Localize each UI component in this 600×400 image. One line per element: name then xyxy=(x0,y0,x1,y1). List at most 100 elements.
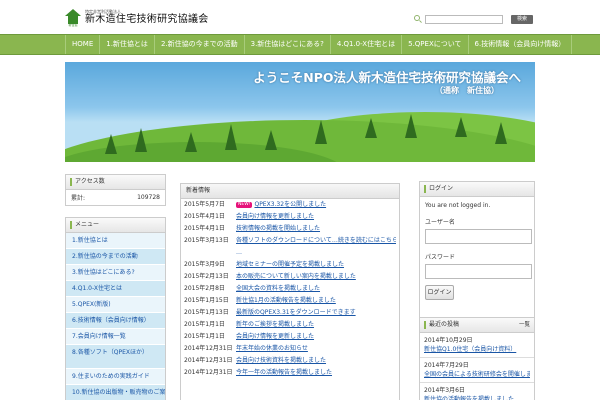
hero-banner: ようこそNPO法人新木造住宅技術研究協議会へ （通称 新住協） xyxy=(65,62,535,162)
search-bar: 検索 xyxy=(414,15,533,24)
main-nav: HOME 1.新住協とは 2.新住協の今までの活動 3.新住協はどこにある? 4… xyxy=(0,34,600,55)
search-icon xyxy=(414,15,423,24)
recent-post-date: 2014年3月6日 xyxy=(424,387,465,394)
news-link[interactable]: 年末年始の休業のお知らせ xyxy=(236,343,396,355)
news-item: 2014年12月31日 年末年始の休業のお知らせ xyxy=(181,343,399,355)
news-item-continued: … xyxy=(181,247,399,259)
nav-item-about[interactable]: 1.新住協とは xyxy=(99,35,154,54)
nav-item-tech-info[interactable]: 6.技術情報（会員向け情報） xyxy=(467,35,573,54)
news-item: 2015年1月13日 最新版のQPEX3.31をダウンロードできます xyxy=(181,307,399,319)
news-title: 全国大会の資料を掲載しました xyxy=(236,285,321,292)
side-menu-heading: メニュー xyxy=(65,217,166,233)
recent-post-link[interactable]: 全国の会員による技術研修会を開催しました xyxy=(424,370,530,379)
news-title: 地域セミナーの開催予定を掲載しました xyxy=(236,261,345,268)
side-menu-item[interactable]: 9.住まいのための実践ガイド xyxy=(66,369,165,385)
news-item: 2015年1月1日 会員向け情報を更新しました xyxy=(181,331,399,343)
news-link[interactable]: 会員向け技術資料を掲載しました xyxy=(236,355,396,367)
news-link[interactable]: 本の販売について新しい案内を掲載しました xyxy=(236,271,396,283)
news-item: 2015年2月13日 本の販売について新しい案内を掲載しました xyxy=(181,271,399,283)
side-menu-item[interactable]: 1.新住協とは xyxy=(66,233,165,249)
recent-post-link[interactable]: 新住協の活動報告を掲載しました xyxy=(424,395,530,400)
recent-post: 2014年10月29日 新住協Q1.0住宅（会員向け資料） xyxy=(420,333,534,358)
news-title: 会員向け技術資料を掲載しました xyxy=(236,357,327,364)
news-title: 技術情報の掲載を開始しました xyxy=(236,225,321,232)
site-logo[interactable]: 新住協 特定非営利活動法人 新木造住宅技術研究協議会 xyxy=(64,8,209,27)
nav-item-home[interactable]: HOME xyxy=(65,35,99,54)
news-item: 2015年3月13日 各種ソフトのダウンロードについて…続きを読むにはこちら xyxy=(181,235,399,247)
news-link[interactable]: 新年のご挨拶を掲載しました xyxy=(236,319,396,331)
password-label: パスワード xyxy=(425,254,456,261)
search-button[interactable]: 検索 xyxy=(511,15,533,24)
recent-posts: 最近の投稿 一覧 2014年10月29日 新住協Q1.0住宅（会員向け資料） 201… xyxy=(419,317,535,400)
news-link[interactable]: NEW! QPEX3.32を公開しました xyxy=(236,199,396,211)
news-item: 2015年5月7日 NEW! QPEX3.32を公開しました xyxy=(181,199,399,211)
site-header: 新住協 特定非営利活動法人 新木造住宅技術研究協議会 検索 xyxy=(0,0,600,34)
username-label: ユーザー名 xyxy=(425,219,455,226)
side-menu-item[interactable]: 7.会員向け情報一覧 xyxy=(66,329,165,345)
news-link[interactable]: 技術情報の掲載を開始しました xyxy=(236,223,396,235)
new-badge: NEW! xyxy=(236,201,253,208)
nav-item-qpex[interactable]: 5.QPEXについて xyxy=(401,35,467,54)
news-title: 今年一年の活動報告を掲載しました xyxy=(236,369,333,376)
news-date: 2015年5月7日 xyxy=(184,201,225,208)
news-title: 本の販売について新しい案内を掲載しました xyxy=(236,273,356,280)
news-date: 2015年1月1日 xyxy=(184,333,225,340)
news-date: 2015年4月1日 xyxy=(184,213,225,220)
login-box: ログイン You are not logged in. ユーザー名 パスワード … xyxy=(419,181,535,320)
news-date: 2015年2月8日 xyxy=(184,285,225,292)
search-input[interactable] xyxy=(425,15,503,24)
recent-post-date: 2014年7月29日 xyxy=(424,362,469,369)
org-name: 新木造住宅技術研究協議会 xyxy=(85,13,209,25)
recent-post: 2014年3月6日 新住協の活動報告を掲載しました xyxy=(420,383,534,400)
password-input[interactable] xyxy=(425,264,532,279)
news-item: 2015年4月1日 技術情報の掲載を開始しました xyxy=(181,223,399,235)
news-link[interactable]: 新住協1月の活動報告を掲載しました xyxy=(236,295,396,307)
side-menu-item[interactable]: 10.新住協の出版物・販売物のご案内 xyxy=(66,385,165,400)
news-date: 2015年2月13日 xyxy=(184,273,229,280)
recent-post-date: 2014年10月29日 xyxy=(424,337,473,344)
nav-item-history[interactable]: 2.新住協の今までの活動 xyxy=(153,35,244,54)
house-logo-icon: 新住協 xyxy=(64,8,82,27)
username-input[interactable] xyxy=(425,229,532,244)
nav-item-q10x[interactable]: 4.Q1.0-X住宅とは xyxy=(329,35,401,54)
news-box: 新着情報 2015年5月7日 NEW! QPEX3.32を公開しました 2015年4月… xyxy=(180,183,400,400)
news-date: 2015年1月13日 xyxy=(184,309,229,316)
news-title: 各種ソフトのダウンロードについて…続きを読むにはこちら xyxy=(236,237,396,244)
news-link[interactable]: 全国大会の資料を掲載しました xyxy=(236,283,396,295)
side-menu-item[interactable]: 4.Q1.0-X住宅とは xyxy=(66,281,165,297)
news-title: 年末年始の休業のお知らせ xyxy=(236,345,308,352)
news-item: 2014年12月31日 今年一年の活動報告を掲載しました xyxy=(181,367,399,379)
news-link[interactable]: 会員向け情報を更新しました xyxy=(236,331,396,343)
news-item: 2015年1月1日 新年のご挨拶を掲載しました xyxy=(181,319,399,331)
login-button[interactable]: ログイン xyxy=(425,285,454,300)
side-menu-item[interactable]: 5.QPEX(新版) xyxy=(66,297,165,313)
news-date: 2014年12月31日 xyxy=(184,357,233,364)
counter-label: 累計: xyxy=(71,195,86,202)
news-heading: 新着情報 xyxy=(181,184,399,199)
recent-heading: 最近の投稿 一覧 xyxy=(419,317,535,333)
side-menu: メニュー 1.新住協とは 2.新住協の今までの活動 3.新住協はどこにある? 4… xyxy=(65,217,166,400)
news-date: 2014年12月31日 xyxy=(184,369,233,376)
news-link[interactable]: 会員向け情報を更新しました xyxy=(236,211,396,223)
nav-item-location[interactable]: 3.新住協はどこにある? xyxy=(243,35,330,54)
recent-post-link[interactable]: 新住協Q1.0住宅（会員向け資料） xyxy=(424,345,530,354)
login-heading: ログイン xyxy=(419,181,535,197)
access-counter: アクセス数 累計: 109728 xyxy=(65,174,166,206)
banner-subtitle: （通称 新住協） xyxy=(435,86,499,95)
news-link[interactable]: 地域セミナーの開催予定を掲載しました xyxy=(236,259,396,271)
side-menu-item[interactable]: 3.新住協はどこにある? xyxy=(66,265,165,281)
recent-all-link[interactable]: 一覧 xyxy=(519,318,530,332)
counter-value: 109728 xyxy=(137,194,160,201)
news-title: 最新版のQPEX3.31をダウンロードできます xyxy=(236,309,356,316)
news-title: 新年のご挨拶を掲載しました xyxy=(236,321,315,328)
side-menu-item[interactable]: 2.新住協の今までの活動 xyxy=(66,249,165,265)
news-link[interactable]: 最新版のQPEX3.31をダウンロードできます xyxy=(236,307,396,319)
news-continued-text: … xyxy=(236,249,242,256)
news-date: 2015年4月1日 xyxy=(184,225,225,232)
news-link[interactable]: 今年一年の活動報告を掲載しました xyxy=(236,367,396,379)
recent-post: 2014年7月29日全国の会員による技術研修会を開催しました xyxy=(420,358,534,383)
news-link[interactable]: 各種ソフトのダウンロードについて…続きを読むにはこちら xyxy=(236,235,396,247)
side-menu-item[interactable]: 6.技術情報（会員向け情報） xyxy=(66,313,165,329)
side-menu-item[interactable]: 8.各種ソフト（QPEXほか） xyxy=(66,345,165,369)
news-date: 2015年3月13日 xyxy=(184,237,229,244)
